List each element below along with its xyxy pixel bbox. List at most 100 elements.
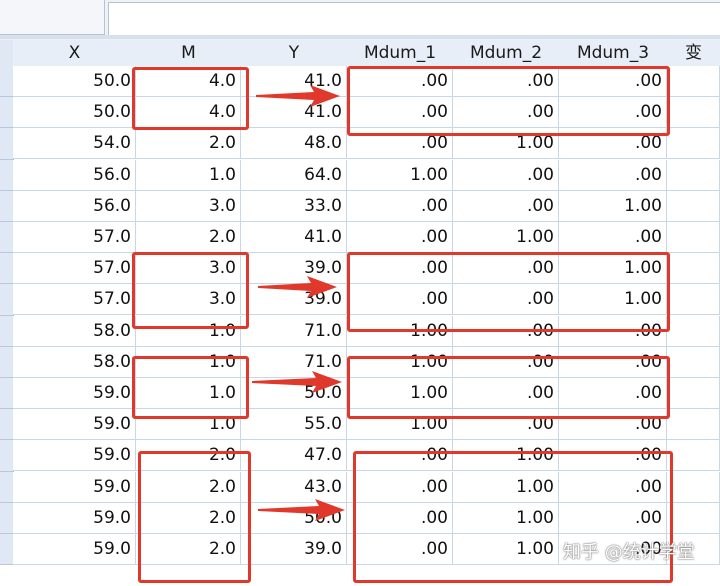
table-cell[interactable]: 58.0 <box>13 315 136 347</box>
table-cell-empty[interactable] <box>667 253 720 285</box>
table-cell[interactable]: .00 <box>347 222 453 253</box>
table-cell-empty[interactable] <box>667 409 720 441</box>
row-header[interactable] <box>0 284 14 316</box>
table-cell[interactable]: 39.0 <box>241 534 347 565</box>
table-cell[interactable]: 59.0 <box>13 534 136 565</box>
table-cell[interactable]: .00 <box>347 471 453 503</box>
table-cell[interactable]: 56.0 <box>13 159 136 191</box>
table-cell[interactable]: 48.0 <box>241 128 347 160</box>
table-cell[interactable]: .00 <box>559 315 667 347</box>
table-cell[interactable]: .00 <box>559 66 667 97</box>
table-cell[interactable]: 57.0 <box>13 253 136 285</box>
table-cell[interactable]: 50.0 <box>13 97 136 129</box>
cell-reference-box[interactable] <box>0 0 105 35</box>
table-cell-empty[interactable] <box>667 471 720 503</box>
table-cell[interactable]: 3.0 <box>136 284 241 316</box>
table-cell[interactable]: 2.0 <box>136 534 241 565</box>
column-header-0[interactable]: X <box>13 40 137 67</box>
table-cell-empty[interactable] <box>667 346 720 378</box>
table-cell[interactable]: 59.0 <box>13 409 136 441</box>
table-cell[interactable]: .00 <box>453 284 559 316</box>
column-header-2[interactable]: Y <box>241 40 348 67</box>
table-cell[interactable]: 2.0 <box>136 471 241 503</box>
row-header[interactable] <box>0 222 14 254</box>
table-cell[interactable]: 50.0 <box>241 502 347 534</box>
table-cell[interactable]: 2.0 <box>136 128 241 160</box>
table-cell[interactable]: 43.0 <box>241 471 347 503</box>
column-header-4[interactable]: Mdum_2 <box>453 40 560 67</box>
row-header[interactable] <box>0 346 14 378</box>
table-cell[interactable]: 1.00 <box>453 440 559 472</box>
table-cell-empty[interactable] <box>667 502 720 534</box>
column-header-5[interactable]: Mdum_3 <box>559 40 668 67</box>
table-cell[interactable]: 41.0 <box>241 97 347 129</box>
table-cell[interactable]: .00 <box>347 66 453 97</box>
table-cell[interactable]: .00 <box>453 190 559 222</box>
row-header[interactable] <box>0 159 14 191</box>
table-cell-empty[interactable] <box>667 97 720 129</box>
table-cell[interactable]: .00 <box>559 346 667 378</box>
row-header[interactable] <box>0 502 14 534</box>
table-cell[interactable]: .00 <box>453 159 559 191</box>
table-cell[interactable]: .00 <box>559 440 667 472</box>
table-cell[interactable]: 2.0 <box>136 502 241 534</box>
table-cell[interactable]: 1.00 <box>347 346 453 378</box>
table-cell[interactable]: 4.0 <box>136 97 241 129</box>
table-cell[interactable]: 1.0 <box>136 346 241 378</box>
table-cell-empty[interactable] <box>667 378 720 409</box>
table-cell-empty[interactable] <box>667 159 720 191</box>
table-cell[interactable]: 1.00 <box>559 284 667 316</box>
table-cell[interactable]: 33.0 <box>241 190 347 222</box>
table-cell[interactable]: 3.0 <box>136 190 241 222</box>
table-cell[interactable]: .00 <box>453 409 559 441</box>
table-cell[interactable]: 39.0 <box>241 284 347 316</box>
table-cell[interactable]: .00 <box>453 346 559 378</box>
row-header[interactable] <box>0 378 14 410</box>
table-cell-empty[interactable] <box>667 190 720 222</box>
table-cell[interactable]: 54.0 <box>13 128 136 160</box>
table-cell[interactable]: .00 <box>559 222 667 253</box>
table-cell[interactable]: .00 <box>347 534 453 565</box>
table-cell[interactable]: 50.0 <box>13 66 136 97</box>
table-cell[interactable]: 1.00 <box>347 378 453 409</box>
table-cell[interactable]: 1.0 <box>136 315 241 347</box>
row-header[interactable] <box>0 440 14 472</box>
row-header[interactable] <box>0 66 14 98</box>
table-cell[interactable]: 56.0 <box>13 190 136 222</box>
table-cell[interactable]: 59.0 <box>13 471 136 503</box>
table-cell-empty[interactable] <box>667 284 720 316</box>
table-cell[interactable]: .00 <box>559 502 667 534</box>
table-cell[interactable]: 1.00 <box>347 409 453 441</box>
table-cell[interactable]: 4.0 <box>136 66 241 97</box>
table-cell[interactable]: .00 <box>347 284 453 316</box>
cell-value-field[interactable] <box>108 2 720 36</box>
table-cell[interactable]: 59.0 <box>13 440 136 472</box>
table-cell[interactable]: 71.0 <box>241 346 347 378</box>
table-cell[interactable]: 71.0 <box>241 315 347 347</box>
table-cell[interactable]: .00 <box>347 128 453 160</box>
row-header[interactable] <box>0 534 14 566</box>
table-cell[interactable]: .00 <box>559 378 667 409</box>
table-cell[interactable]: 58.0 <box>13 346 136 378</box>
table-cell[interactable]: 59.0 <box>13 502 136 534</box>
table-cell[interactable]: 50.0 <box>241 378 347 409</box>
table-cell[interactable]: 2.0 <box>136 440 241 472</box>
table-cell[interactable]: 3.0 <box>136 253 241 285</box>
table-cell[interactable]: .00 <box>559 159 667 191</box>
table-cell[interactable]: 1.0 <box>136 378 241 409</box>
row-header[interactable] <box>0 97 14 129</box>
table-cell[interactable]: .00 <box>347 190 453 222</box>
table-cell[interactable]: .00 <box>347 440 453 472</box>
table-cell-empty[interactable] <box>667 222 720 253</box>
table-cell[interactable]: .00 <box>559 128 667 160</box>
column-header-3[interactable]: Mdum_1 <box>347 40 454 67</box>
row-header[interactable] <box>0 253 14 285</box>
table-cell[interactable]: .00 <box>453 253 559 285</box>
table-cell[interactable]: 1.00 <box>453 128 559 160</box>
table-cell[interactable]: 1.00 <box>453 502 559 534</box>
table-cell[interactable]: 41.0 <box>241 222 347 253</box>
row-header[interactable] <box>0 190 14 222</box>
table-cell[interactable]: 1.00 <box>559 190 667 222</box>
table-cell[interactable]: 55.0 <box>241 409 347 441</box>
table-cell[interactable]: 1.00 <box>453 471 559 503</box>
